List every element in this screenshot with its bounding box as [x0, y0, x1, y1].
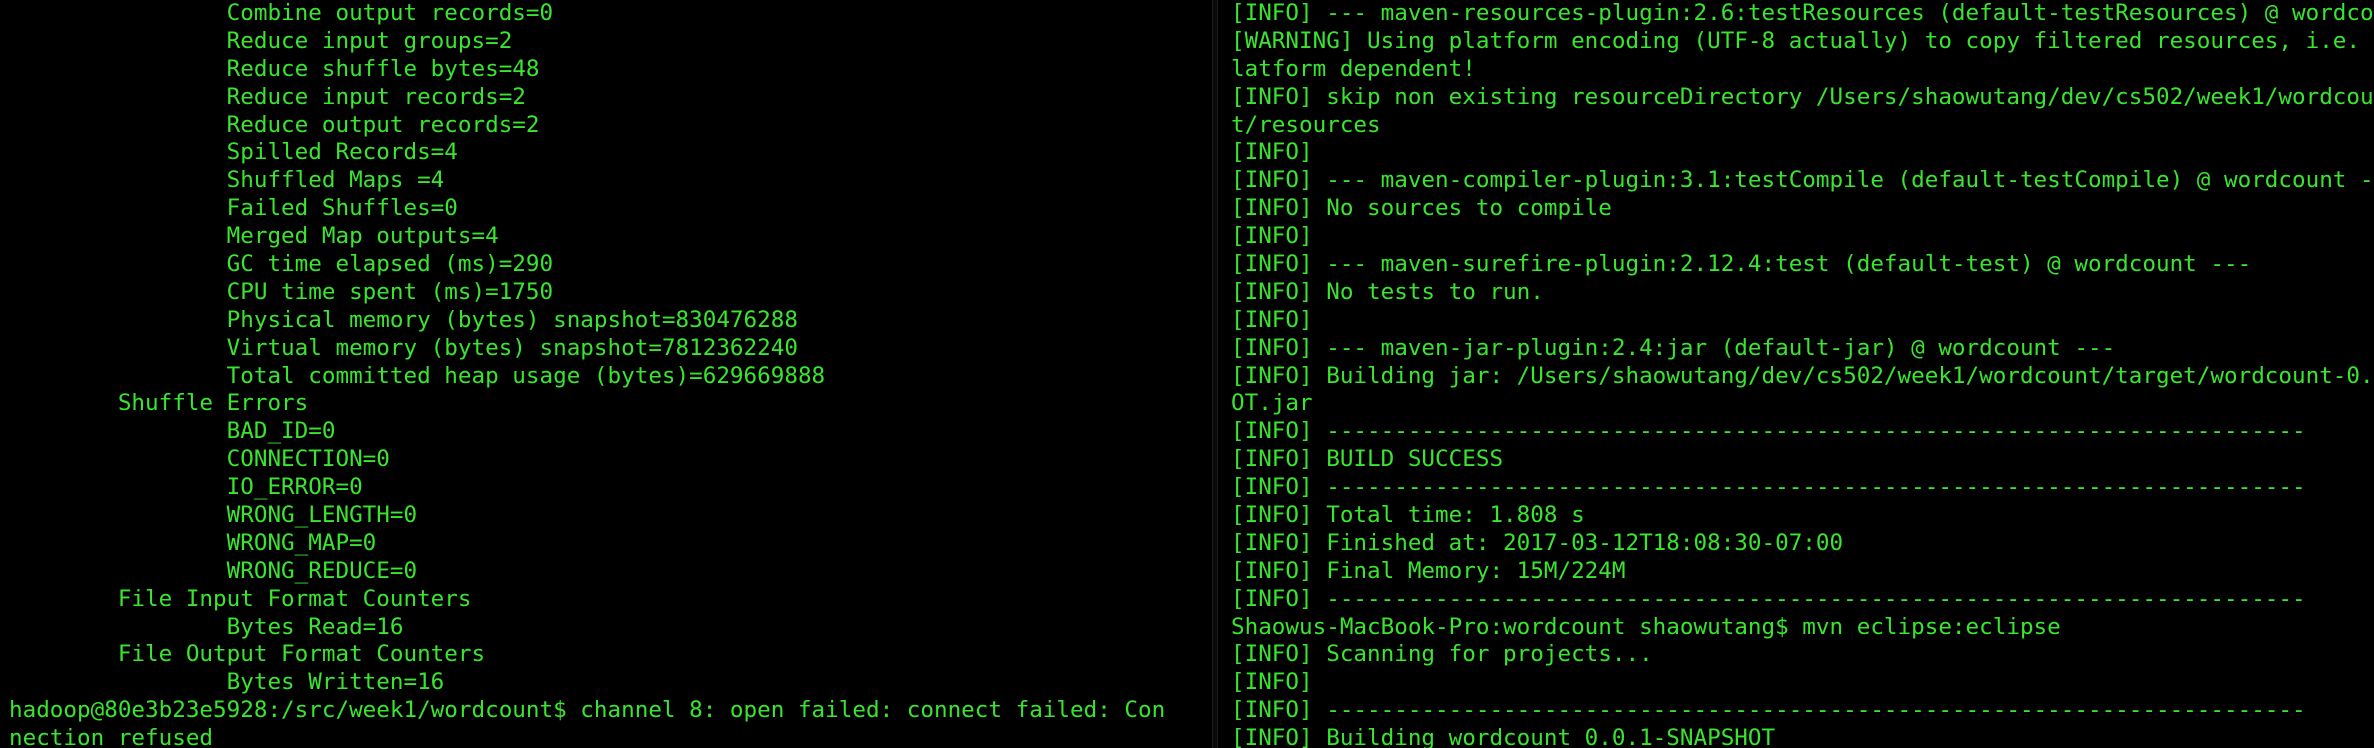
terminal-line: [INFO] skip non existing resourceDirecto…: [1231, 83, 2374, 110]
terminal-line: Total committed heap usage (bytes)=62966…: [9, 362, 826, 389]
left-terminal-output: Combine output records=0 Reduce input gr…: [9, 0, 1165, 748]
terminal-line: WRONG_MAP=0: [9, 529, 377, 556]
terminal-line: WRONG_REDUCE=0: [9, 557, 418, 584]
terminal-line: [INFO] Final Memory: 15M/224M: [1231, 557, 1626, 584]
terminal-line: latform dependent!: [1231, 55, 1476, 82]
terminal-line: File Input Format Counters: [9, 585, 472, 612]
terminal-line: [INFO] ---------------------------------…: [1231, 418, 2306, 445]
terminal-line: [WARNING] Using platform encoding (UTF-8…: [1231, 27, 2374, 54]
terminal-line: [INFO] No tests to run.: [1231, 278, 1544, 305]
terminal-line: [INFO] --- maven-compiler-plugin:3.1:tes…: [1231, 167, 2374, 194]
terminal-line: File Output Format Counters: [9, 641, 486, 668]
terminal-line: Reduce output records=2: [9, 111, 540, 138]
terminal-line: Virtual memory (bytes) snapshot=78123622…: [9, 334, 798, 361]
terminal-line: Shuffle Errors: [9, 390, 309, 417]
terminal-line: t/resources: [1231, 111, 1381, 138]
terminal-line: [INFO]: [1231, 139, 1313, 166]
terminal-line: CPU time spent (ms)=1750: [9, 278, 554, 305]
terminal-line: BAD_ID=0: [9, 418, 336, 445]
terminal-line: [INFO] ---------------------------------…: [1231, 697, 2306, 724]
terminal-line: [INFO] ---------------------------------…: [1231, 474, 2306, 501]
terminal-line: [INFO] No sources to compile: [1231, 195, 1612, 222]
terminal-line: [INFO] --- maven-jar-plugin:2.4:jar (def…: [1231, 334, 2116, 361]
terminal-line: Reduce input groups=2: [9, 27, 513, 54]
terminal-line: Failed Shuffles=0: [9, 195, 458, 222]
terminal-line: [INFO] BUILD SUCCESS: [1231, 446, 1504, 473]
terminal-line: Combine output records=0: [9, 0, 554, 26]
terminal-line: Bytes Written=16: [9, 669, 445, 696]
terminal-line: Reduce shuffle bytes=48: [9, 55, 540, 82]
terminal-line: [INFO]: [1231, 669, 1313, 696]
left-terminal-pane[interactable]: Combine output records=0 Reduce input gr…: [0, 0, 1212, 748]
terminal-line: [INFO] ---------------------------------…: [1231, 585, 2306, 612]
terminal-line: Bytes Read=16: [9, 613, 404, 640]
terminal-line: [INFO]: [1231, 223, 1313, 250]
terminal-line: [INFO] Building wordcount 0.0.1-SNAPSHOT: [1231, 725, 1776, 748]
right-terminal-pane[interactable]: [INFO] --- maven-resources-plugin:2.6:te…: [1218, 0, 2374, 748]
terminal-line: [INFO] Building jar: /Users/shaowutang/d…: [1231, 362, 2374, 389]
terminal-line: Shuffled Maps =4: [9, 167, 445, 194]
terminal-line: Merged Map outputs=4: [9, 223, 499, 250]
terminal-line: nection refused: [9, 725, 214, 748]
right-terminal-output: [INFO] --- maven-resources-plugin:2.6:te…: [1231, 0, 2374, 748]
terminal-line: OT.jar: [1231, 390, 1313, 417]
terminal-line: Spilled Records=4: [9, 139, 458, 166]
terminal-line: IO_ERROR=0: [9, 474, 363, 501]
terminal-line: [INFO] Finished at: 2017-03-12T18:08:30-…: [1231, 529, 1844, 556]
terminal-prompt-line: Shaowus-MacBook-Pro:wordcount shaowutang…: [1231, 613, 2061, 640]
terminal-line: [INFO] --- maven-surefire-plugin:2.12.4:…: [1231, 251, 2252, 278]
terminal-line: [INFO] Scanning for projects...: [1231, 641, 1653, 668]
terminal-line: [INFO] --- maven-resources-plugin:2.6:te…: [1231, 0, 2374, 26]
terminal-line: CONNECTION=0: [9, 446, 390, 473]
terminal-line: WRONG_LENGTH=0: [9, 502, 418, 529]
terminal-line: Reduce input records=2: [9, 83, 526, 110]
terminal-line: Physical memory (bytes) snapshot=8304762…: [9, 306, 798, 333]
terminal-line: GC time elapsed (ms)=290: [9, 251, 554, 278]
terminal-prompt-line: hadoop@80e3b23e5928:/src/week1/wordcount…: [9, 697, 1166, 724]
terminal-line: [INFO]: [1231, 306, 1313, 333]
terminal-line: [INFO] Total time: 1.808 s: [1231, 502, 1585, 529]
